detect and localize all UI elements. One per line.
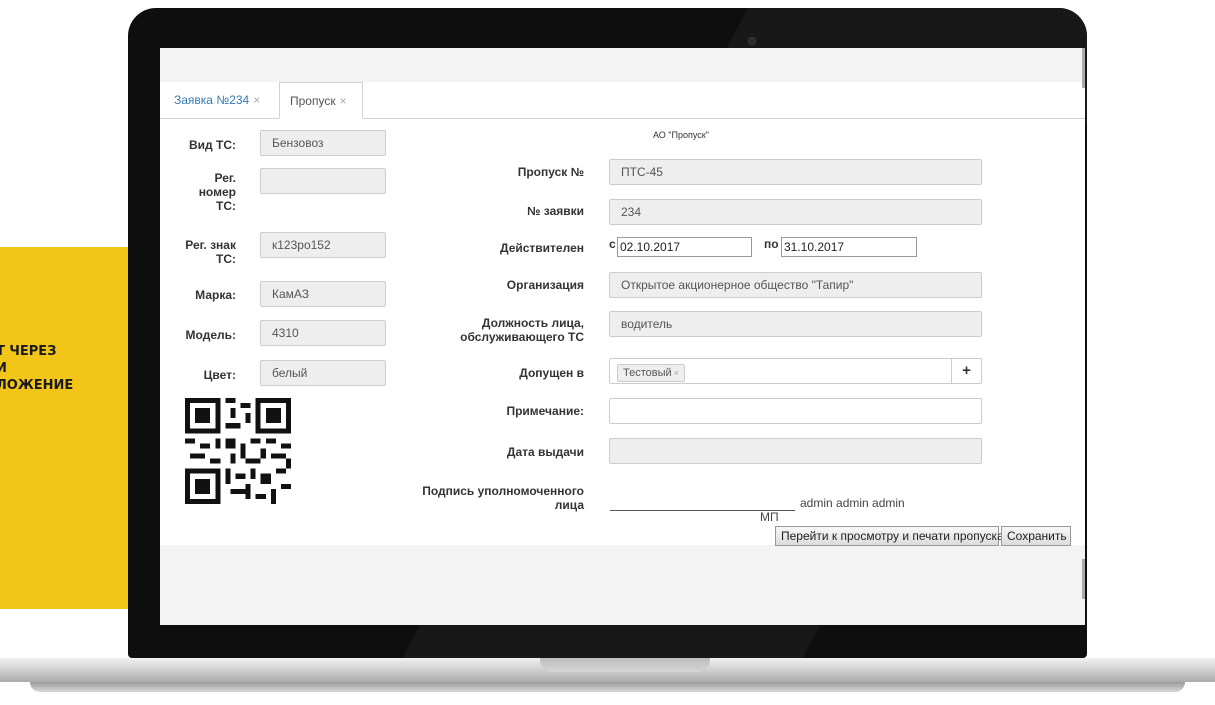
valid-label: Действителен: [500, 241, 584, 255]
stamp-place-label: МП: [760, 510, 779, 524]
signature-name: admin admin admin: [800, 496, 905, 510]
reg-number-label: Рег. номер ТС:: [198, 171, 236, 213]
tab-pass-label[interactable]: Пропуск: [290, 94, 336, 108]
organization-header: АО "Пропуск": [653, 130, 709, 140]
plus-icon[interactable]: +: [951, 358, 981, 384]
laptop-base: [0, 658, 1215, 705]
vehicle-type-field[interactable]: Бензовоз: [260, 130, 386, 156]
base-bottom: [30, 682, 1185, 692]
tab-request[interactable]: Заявка №234 ×: [164, 82, 274, 118]
qr-code-icon: [185, 398, 291, 504]
scrollbar-bottom[interactable]: [1082, 559, 1085, 599]
color-label: Цвет:: [203, 368, 236, 382]
issue-date-label: Дата выдачи: [506, 445, 584, 459]
camera-icon: [748, 37, 756, 45]
promo-text: Т ЧЕРЕЗ И ЛОЖЕНИЕ: [0, 344, 74, 393]
color-field[interactable]: белый: [260, 360, 386, 386]
close-icon[interactable]: ×: [253, 93, 260, 107]
base-notch: [540, 658, 710, 672]
position-label: Должность лица, обслуживающего ТС: [460, 316, 584, 344]
tab-bar: Заявка №234 × Пропуск ×: [160, 82, 1085, 119]
tab-request-label[interactable]: Заявка №234: [174, 93, 249, 107]
reg-number-field[interactable]: [260, 168, 386, 194]
reg-sign-label: Рег. знак ТС:: [185, 238, 236, 266]
valid-from-prefix: с: [609, 237, 616, 251]
promo-banner: Т ЧЕРЕЗ И ЛОЖЕНИЕ: [0, 247, 128, 609]
admitted-chip-label: Тестовый: [623, 367, 672, 379]
reg-sign-field[interactable]: к123ро152: [260, 232, 386, 258]
admitted-label: Допущен в: [519, 366, 584, 380]
issue-date-field[interactable]: [609, 438, 982, 464]
brand-field[interactable]: КамАЗ: [260, 281, 386, 307]
request-number-field[interactable]: 234: [609, 199, 982, 225]
vehicle-type-label: Вид ТС:: [189, 138, 236, 152]
close-icon[interactable]: ×: [674, 368, 679, 378]
note-field[interactable]: [609, 398, 982, 424]
close-icon[interactable]: ×: [340, 94, 347, 108]
model-field[interactable]: 4310: [260, 320, 386, 346]
note-label: Примечание:: [506, 404, 584, 418]
position-field[interactable]: водитель: [609, 311, 982, 337]
organization-field[interactable]: Открытое акционерное общество "Тапир": [609, 272, 982, 298]
save-button[interactable]: Сохранить: [1001, 526, 1071, 546]
signature-label: Подпись уполномоченного лица: [422, 484, 584, 512]
preview-print-button[interactable]: Перейти к просмотру и печати пропуска: [775, 526, 1004, 546]
brand-label: Марка:: [195, 288, 236, 302]
model-label: Модель:: [185, 328, 236, 342]
request-number-label: № заявки: [527, 204, 584, 218]
organization-label: Организация: [506, 278, 584, 292]
valid-to-prefix: по: [764, 237, 779, 251]
app-screen: Заявка №234 × Пропуск × Вид ТС: Бензовоз Р…: [160, 48, 1085, 625]
pass-number-label: Пропуск №: [517, 165, 584, 179]
tab-pass[interactable]: Пропуск ×: [279, 82, 363, 119]
pass-number-field[interactable]: ПТС-45: [609, 159, 982, 185]
valid-from-input[interactable]: 02.10.2017: [617, 237, 752, 257]
admitted-chip[interactable]: Тестовый ×: [617, 364, 685, 382]
valid-to-input[interactable]: 31.10.2017: [781, 237, 917, 257]
